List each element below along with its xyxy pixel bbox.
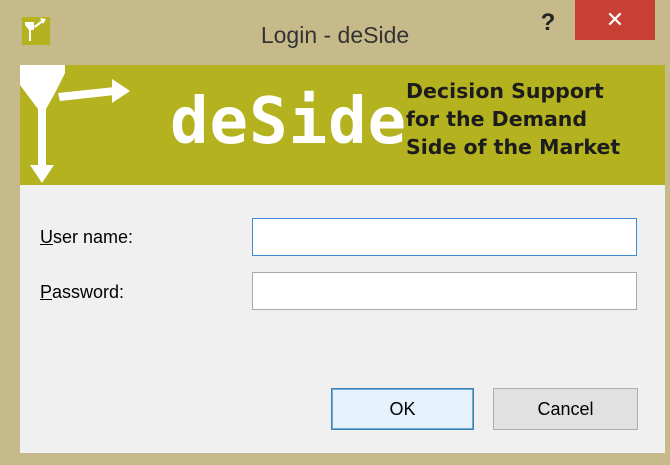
tagline-line: for the Demand [406, 107, 588, 131]
login-window: Login - deSide ? ✕ deSide Decision Suppo… [0, 0, 670, 465]
window-title: Login - deSide [260, 22, 410, 48]
password-label: Password: [40, 282, 124, 303]
password-label-text: assword: [52, 282, 125, 302]
help-icon: ? [540, 9, 556, 36]
banner-tagline: Decision Support for the Demand Side of … [406, 77, 620, 161]
close-icon: ✕ [605, 7, 625, 32]
password-label-mnemonic: P [40, 282, 53, 302]
ok-button[interactable]: OK [331, 388, 474, 430]
password-input[interactable] [252, 272, 637, 310]
dialog-body: deSide Decision Support for the Demand S… [20, 65, 665, 453]
deside-banner: deSide Decision Support for the Demand S… [20, 65, 665, 185]
help-button[interactable]: ? [530, 6, 566, 42]
tagline-line: Side of the Market [406, 135, 621, 159]
title-bar[interactable]: Login - deSide ? ✕ [0, 0, 670, 65]
username-label-text: ser name: [53, 227, 134, 247]
funnel-logo-icon [20, 65, 130, 183]
username-input[interactable] [252, 218, 637, 256]
logo-wordmark: deSide [170, 85, 408, 159]
close-button[interactable]: ✕ [575, 0, 655, 40]
username-label-mnemonic: U [40, 227, 53, 247]
username-label: User name: [40, 227, 133, 248]
tagline-line: Decision Support [406, 79, 604, 103]
cancel-button[interactable]: Cancel [493, 388, 638, 430]
